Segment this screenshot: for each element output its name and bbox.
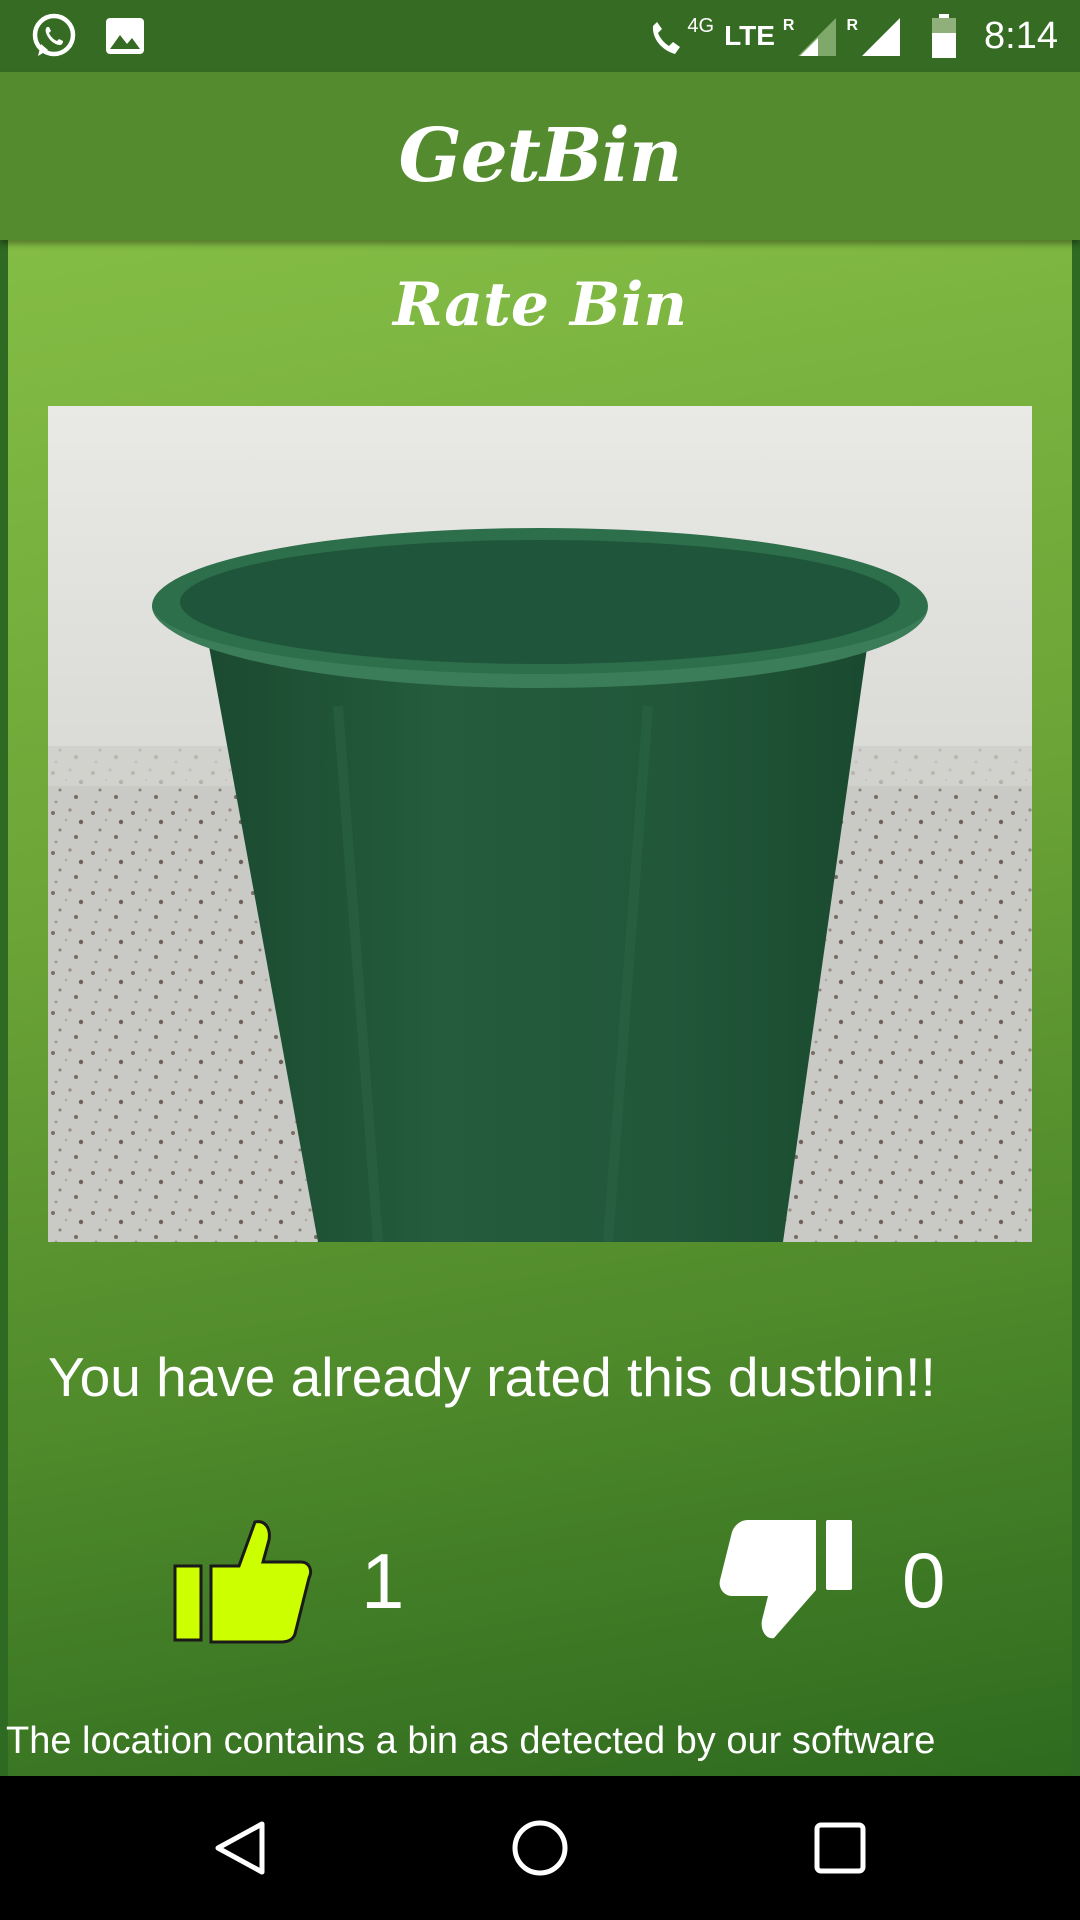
lte-label: LTE bbox=[724, 20, 775, 51]
back-triangle-icon[interactable] bbox=[212, 1818, 268, 1878]
recents-square-icon[interactable] bbox=[812, 1818, 868, 1878]
roaming-indicator-1: R bbox=[782, 17, 795, 34]
home-circle-icon[interactable] bbox=[510, 1818, 570, 1878]
gallery-icon bbox=[106, 18, 144, 54]
signal-icon-2 bbox=[862, 18, 901, 56]
whatsapp-icon bbox=[32, 13, 76, 57]
content-area: Rate Bin You have already rated this dus… bbox=[0, 240, 1080, 1776]
status-bar: 4G LTE R R 8:14 bbox=[0, 0, 1080, 72]
battery-icon bbox=[932, 14, 957, 58]
detection-note: The location contains a bin as detected … bbox=[6, 1720, 936, 1762]
downvote-count: 0 bbox=[902, 1535, 946, 1624]
rate-bin-panel: Rate Bin You have already rated this dus… bbox=[6, 240, 1072, 1776]
app-title: GetBin bbox=[398, 113, 683, 199]
roaming-indicator-2: R bbox=[846, 17, 859, 34]
already-rated-message: You have already rated this dustbin!! bbox=[48, 1346, 936, 1408]
thumbs-down-icon[interactable] bbox=[718, 1518, 854, 1642]
app-bar: GetBin bbox=[0, 72, 1080, 240]
signal-icon-1 bbox=[798, 18, 837, 56]
navigation-bar bbox=[0, 1776, 1080, 1920]
upvote-group[interactable]: 1 bbox=[173, 1518, 404, 1644]
thumbs-up-icon[interactable] bbox=[173, 1518, 313, 1644]
clock: 8:14 bbox=[984, 14, 1058, 57]
downvote-group[interactable]: 0 bbox=[718, 1518, 945, 1642]
wifi-call-icon bbox=[653, 22, 681, 54]
upvote-count: 1 bbox=[361, 1536, 405, 1625]
dustbin-photo bbox=[48, 406, 1032, 1242]
rate-bin-title: Rate Bin bbox=[392, 270, 688, 340]
network-type: 4G bbox=[687, 14, 715, 37]
